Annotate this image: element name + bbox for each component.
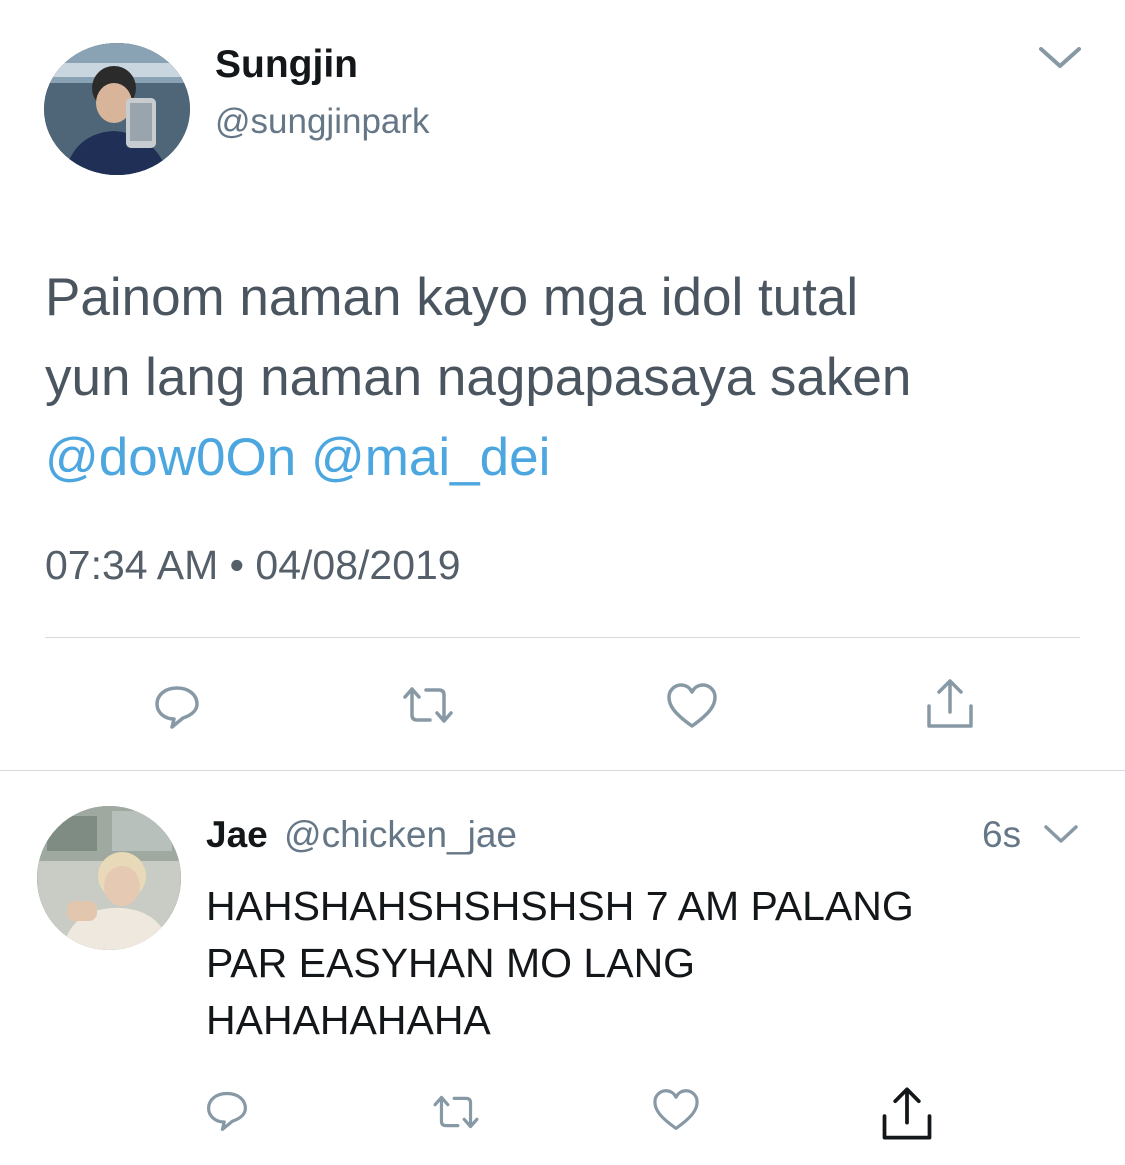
reply-handle[interactable]: @chicken_jae (284, 814, 517, 855)
mention-mai-dei[interactable]: @mai_dei (311, 428, 550, 487)
reply-display-name[interactable]: Jae (206, 814, 268, 855)
timestamp: 07:34 AM • 04/08/2019 (45, 540, 461, 590)
avatar-jae[interactable] (37, 806, 181, 950)
reply-line-2: PAR EASYHAN MO LANG (206, 940, 696, 986)
reply-share-icon[interactable] (874, 1084, 940, 1144)
reply-chevron-down-icon[interactable] (1043, 824, 1079, 846)
retweet-icon[interactable] (398, 683, 458, 727)
reply-age: 6s (982, 814, 1022, 855)
avatar-jae-image (37, 806, 181, 950)
reply-reply-icon[interactable] (204, 1088, 250, 1134)
main-tweet-line-1: Painom naman kayo mga idol tutal (45, 268, 859, 327)
main-display-name[interactable]: Sungjin (215, 42, 358, 88)
main-tweet-line-2: yun lang naman nagpapasaya saken (45, 348, 912, 407)
share-icon[interactable] (924, 676, 976, 732)
like-icon[interactable] (666, 682, 718, 730)
chevron-down-icon[interactable] (1037, 45, 1083, 71)
reply-line-3: HAHAHAHAHA (206, 997, 491, 1043)
main-tweet-text: Painom naman kayo mga idol tutal yun lan… (45, 258, 1105, 498)
reply-like-icon[interactable] (652, 1088, 700, 1132)
avatar-sungjin[interactable] (44, 43, 190, 175)
tweet-time: 07:34 AM (45, 542, 219, 588)
time-separator: • (229, 542, 244, 588)
avatar-sungjin-image (44, 43, 190, 175)
reply-header: Jae @chicken_jae (206, 812, 517, 858)
reply-icon[interactable] (152, 682, 202, 732)
reply-line-1: HAHSHAHSHSHSHSH 7 AM PALANG (206, 883, 914, 929)
divider-top (45, 637, 1080, 638)
reply-retweet-icon[interactable] (428, 1092, 484, 1132)
reply-text: HAHSHAHSHSHSHSH 7 AM PALANG PAR EASYHAN … (206, 878, 1106, 1049)
divider-full (0, 770, 1125, 771)
main-tweet-mentions: @dow0On @mai_dei (45, 418, 1105, 498)
tweet-date: 04/08/2019 (255, 542, 461, 588)
mention-dow0on[interactable]: @dow0On (45, 428, 296, 487)
main-handle[interactable]: @sungjinpark (215, 100, 430, 144)
